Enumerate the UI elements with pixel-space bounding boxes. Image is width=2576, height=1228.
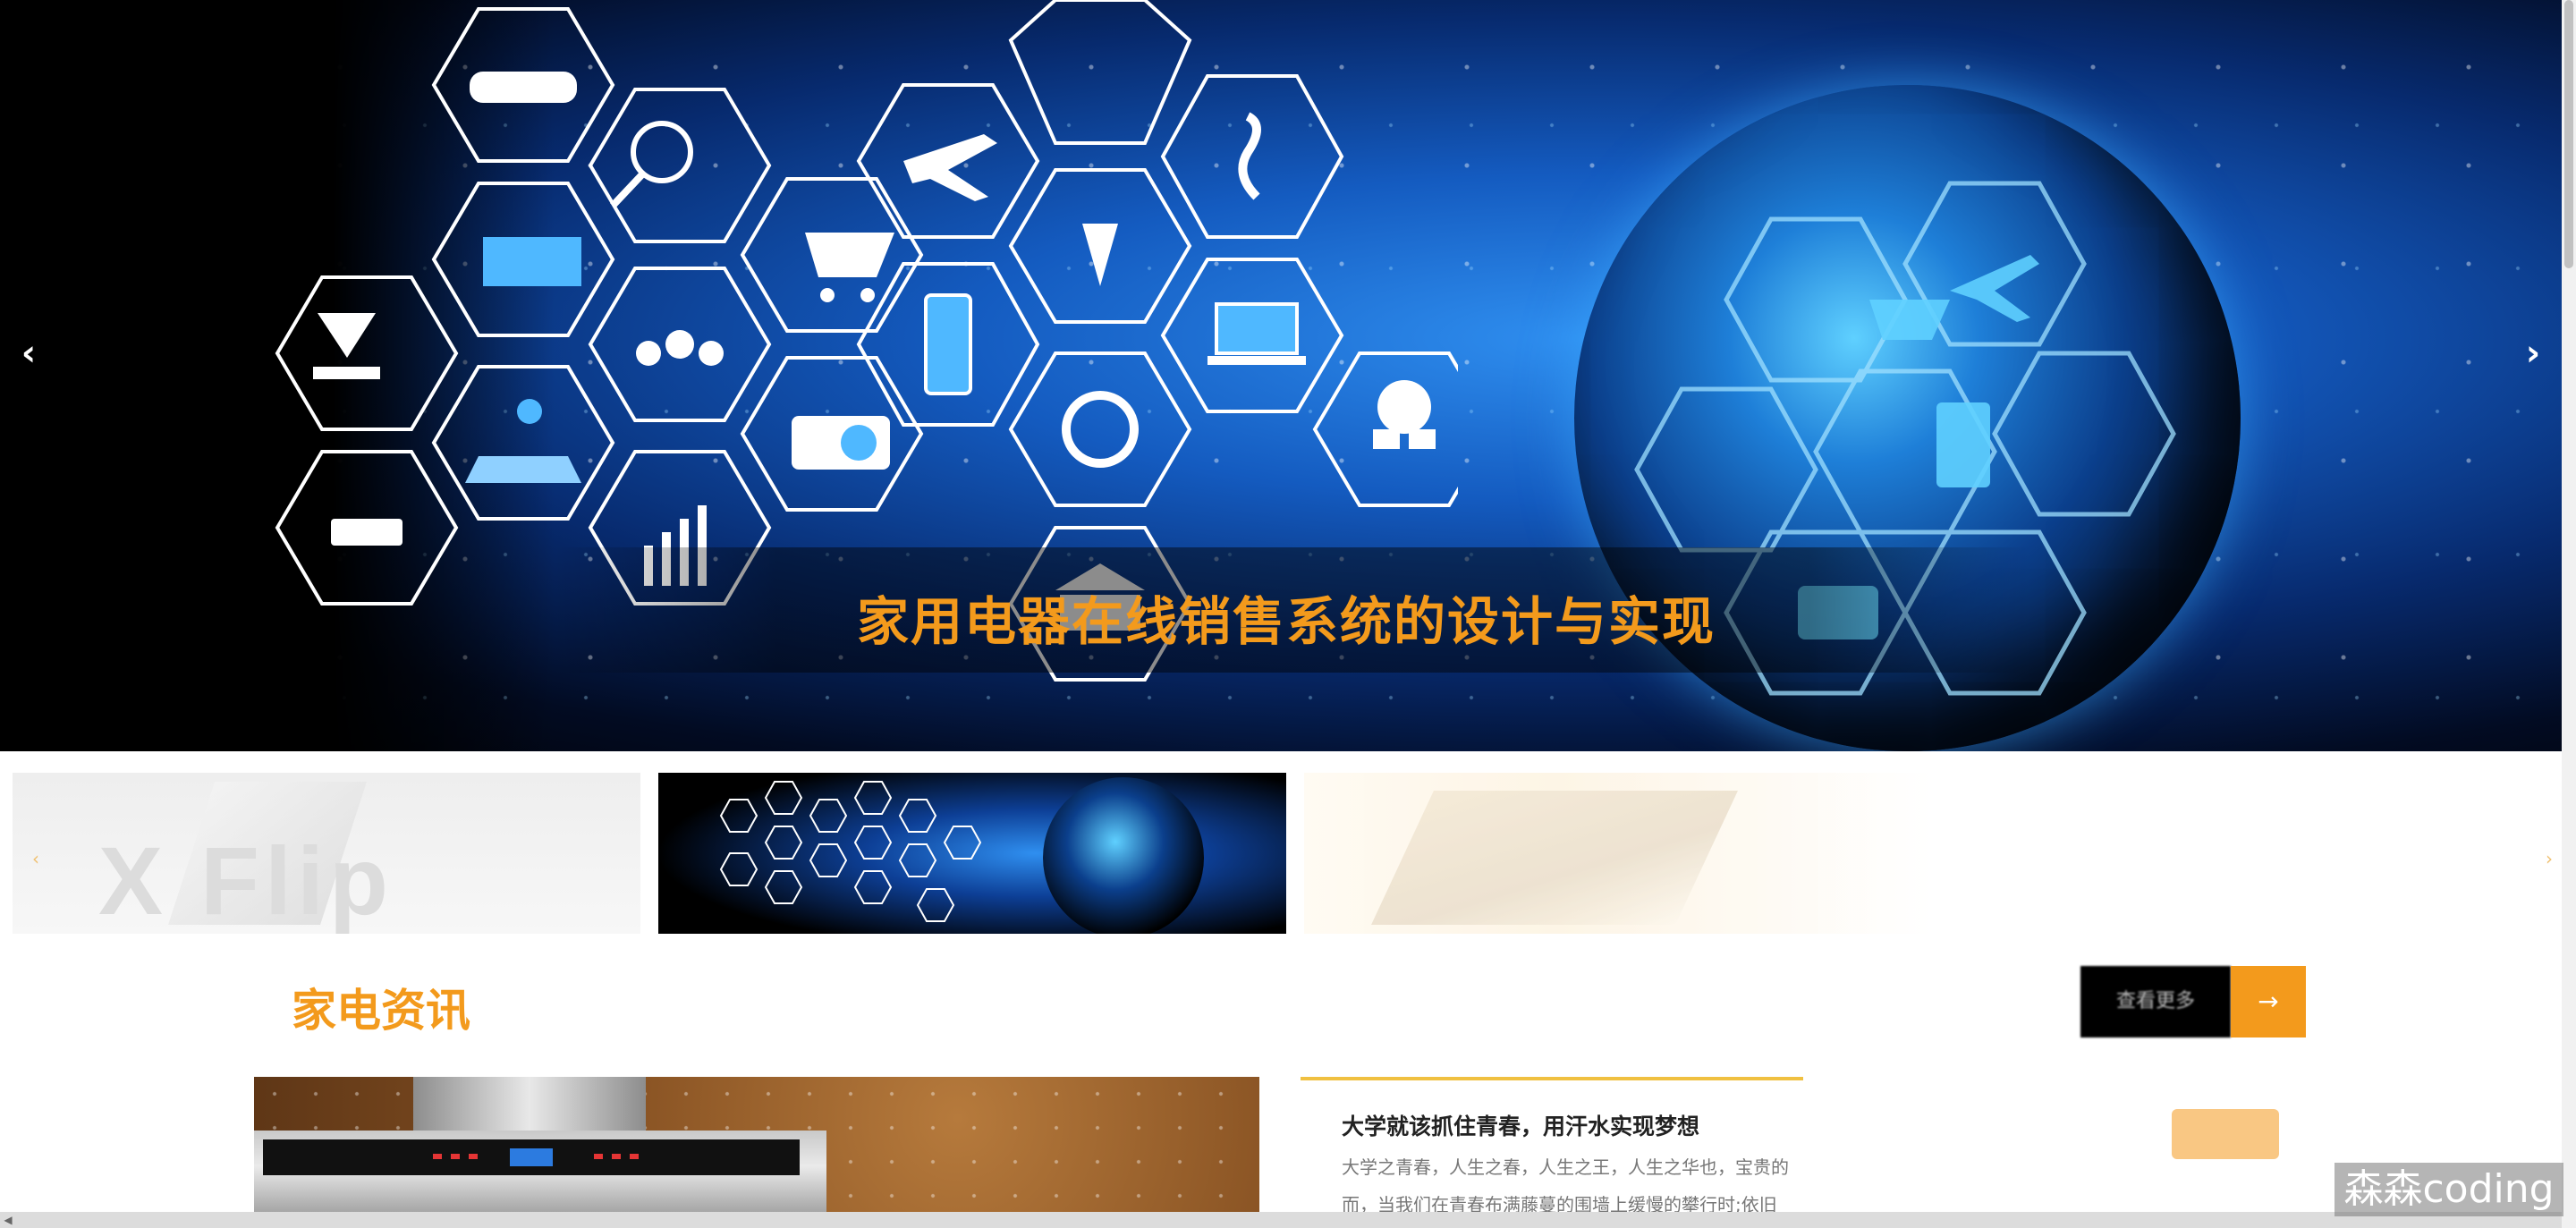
thumbnail-1[interactable]: X Flip xyxy=(13,773,640,934)
news-card[interactable]: 大学就该抓住青春，用汗水实现梦想 大学之青春，人生之春，人生之王，人生之华也，宝… xyxy=(1301,1077,2308,1228)
card-title[interactable]: 大学就该抓住青春，用汗水实现梦想 xyxy=(1342,1109,1699,1141)
carousel-prev-arrow-icon[interactable]: ‹ xyxy=(11,333,47,374)
thumb-prev-icon[interactable]: ‹ xyxy=(32,848,39,869)
range-hood-chimney xyxy=(413,1077,646,1131)
globe-icon xyxy=(1008,0,1192,145)
range-hood-display xyxy=(510,1148,553,1166)
hood-button xyxy=(594,1154,603,1159)
more-arrow-icon[interactable]: → xyxy=(2231,966,2306,1037)
thumbnail-3[interactable] xyxy=(1304,773,1932,934)
section-title: 家电资讯 xyxy=(292,985,470,1037)
horizontal-scrollbar[interactable]: ◀ xyxy=(0,1212,2562,1228)
hero-banner: 家用电器在线销售系统的设计与实现 ‹ › xyxy=(0,0,2562,751)
more-box[interactable]: 查看更多 → xyxy=(2080,966,2306,1037)
vertical-scroll-thumb[interactable] xyxy=(2564,0,2573,268)
watermark: 森森coding xyxy=(2334,1163,2563,1216)
thumbnail-brand-text: X Flip xyxy=(98,826,394,934)
download-icon xyxy=(275,275,459,431)
hero-caption: 家用电器在线销售系统的设计与实现 xyxy=(857,591,1716,652)
magnifier-icon xyxy=(588,88,772,243)
hood-button xyxy=(612,1154,621,1159)
scroll-left-icon[interactable]: ◀ xyxy=(0,1212,16,1228)
thumbnail-2-image xyxy=(658,773,1286,934)
card-accent-line xyxy=(1301,1077,1803,1080)
news-image[interactable] xyxy=(254,1077,1259,1216)
vertical-scrollbar[interactable] xyxy=(2562,0,2576,1228)
gear-icon xyxy=(1008,351,1192,507)
more-button[interactable]: 查看更多 xyxy=(2080,966,2231,1037)
laptop-shape xyxy=(1371,791,1738,925)
carousel-next-arrow-icon[interactable]: › xyxy=(2515,333,2551,374)
hood-button xyxy=(433,1154,442,1159)
card-read-button[interactable] xyxy=(2172,1109,2279,1159)
info-icon xyxy=(1160,74,1344,239)
thumbnail-2[interactable] xyxy=(658,773,1286,934)
hood-button xyxy=(469,1154,478,1159)
hood-button xyxy=(630,1154,639,1159)
hood-button xyxy=(451,1154,460,1159)
thumb-next-icon[interactable]: › xyxy=(2546,848,2553,869)
thumbnail-strip: X Flip xyxy=(0,773,2562,934)
map-pin-icon xyxy=(431,365,615,521)
